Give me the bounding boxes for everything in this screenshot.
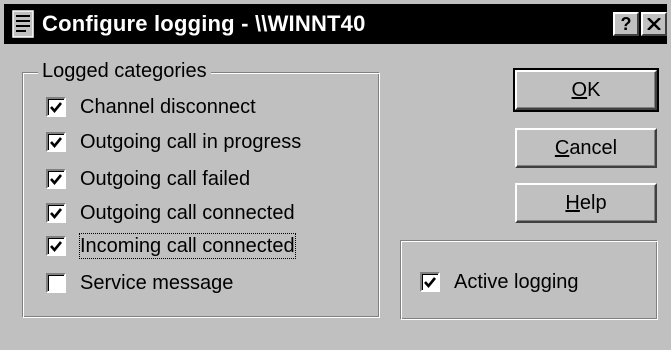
close-button[interactable]: [641, 12, 667, 36]
check-mark-icon: [50, 137, 63, 149]
help-mnemonic: H: [565, 191, 580, 214]
help-button[interactable]: Help: [515, 183, 657, 223]
checkbox-box[interactable]: [46, 132, 66, 152]
help-label-rest: elp: [579, 191, 607, 214]
incoming-call-connected-checkbox[interactable]: Incoming call connected: [46, 233, 296, 259]
configure-logging-dialog: Configure logging - \\WINNT40 ? Logged c…: [0, 0, 671, 350]
checkbox-box[interactable]: [46, 169, 66, 189]
cancel-button[interactable]: Cancel: [515, 128, 657, 168]
check-mark-icon: [50, 102, 63, 114]
outgoing-call-connected-checkbox[interactable]: Outgoing call connected: [46, 200, 295, 226]
title-bar[interactable]: Configure logging - \\WINNT40 ?: [4, 4, 667, 44]
help-title-button[interactable]: ?: [613, 12, 639, 36]
checkbox-box[interactable]: [46, 203, 66, 223]
ok-label-rest: K: [587, 78, 601, 101]
document-icon[interactable]: [12, 10, 34, 38]
ok-button[interactable]: OK: [513, 68, 659, 112]
checkbox-box[interactable]: [46, 273, 66, 293]
outgoing-call-in-progress-checkbox[interactable]: Outgoing call in progress: [46, 129, 301, 155]
check-mark-icon: [50, 174, 63, 186]
checkbox-box[interactable]: [46, 236, 66, 256]
active-logging-checkbox[interactable]: Active logging: [420, 269, 579, 295]
logged-categories-label: Logged categories: [38, 60, 211, 83]
checkbox-box[interactable]: [420, 272, 440, 292]
window-title: Configure logging - \\WINNT40: [42, 11, 366, 36]
cancel-mnemonic: C: [554, 136, 570, 159]
check-mark-icon: [50, 208, 63, 220]
checkbox-box[interactable]: [46, 97, 66, 117]
checkbox-label: Outgoing call connected: [80, 202, 295, 224]
checkbox-label: Incoming call connected: [79, 233, 296, 259]
close-icon: [647, 18, 661, 30]
outgoing-call-failed-checkbox[interactable]: Outgoing call failed: [46, 166, 250, 192]
cancel-label-rest: ancel: [569, 136, 618, 159]
check-mark-icon: [50, 241, 63, 253]
channel-disconnect-checkbox[interactable]: Channel disconnect: [46, 94, 256, 120]
checkbox-label: Outgoing call failed: [80, 168, 251, 190]
checkbox-label: Service message: [80, 272, 234, 294]
service-message-checkbox[interactable]: Service message: [46, 270, 233, 296]
ok-mnemonic: O: [571, 78, 588, 101]
checkbox-label: Outgoing call in progress: [80, 131, 302, 153]
check-mark-icon: [424, 277, 437, 289]
checkbox-label: Channel disconnect: [80, 96, 256, 118]
checkbox-label: Active logging: [454, 271, 579, 293]
